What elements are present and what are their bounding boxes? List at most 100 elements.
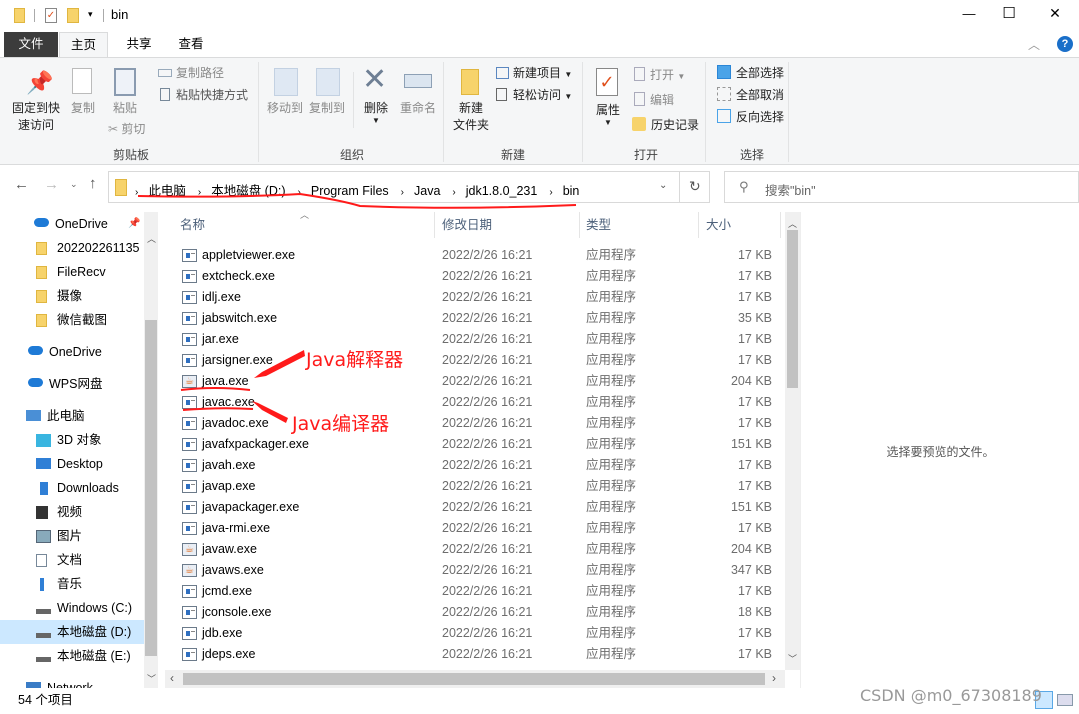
pin-to-quick-access-button[interactable]: 固定到快 速访问 bbox=[8, 100, 64, 134]
file-row[interactable]: jdb.exe 2022/2/26 16:21 应用程序 17 KB bbox=[165, 623, 785, 644]
new-folder-button[interactable]: 新建 文件夹 bbox=[450, 100, 492, 134]
file-row[interactable]: javafxpackager.exe 2022/2/26 16:21 应用程序 151… bbox=[165, 434, 785, 455]
file-row[interactable]: ☕ java.exe 2022/2/26 16:21 应用程序 204 KB bbox=[165, 371, 785, 392]
file-row[interactable]: jcmd.exe 2022/2/26 16:21 应用程序 17 KB bbox=[165, 581, 785, 602]
file-row[interactable]: idlj.exe 2022/2/26 16:21 应用程序 17 KB bbox=[165, 287, 785, 308]
file-row[interactable]: jar.exe 2022/2/26 16:21 应用程序 17 KB bbox=[165, 329, 785, 350]
nav-item[interactable]: Desktop bbox=[0, 452, 144, 476]
new-folder-quick-icon[interactable] bbox=[67, 8, 79, 23]
nav-item[interactable]: WPS网盘 bbox=[0, 372, 144, 396]
properties-button[interactable]: 属性 ▼ bbox=[592, 102, 624, 127]
maximize-button[interactable]: ☐ bbox=[986, 4, 1032, 22]
tab-file[interactable]: 文件 bbox=[4, 32, 58, 57]
nav-item[interactable]: 本地磁盘 (D:) bbox=[0, 620, 144, 644]
properties-quick-icon[interactable]: ✓ bbox=[45, 8, 57, 23]
nav-item[interactable]: OneDrive bbox=[0, 340, 144, 364]
search-input[interactable]: ⚲ 搜索"bin" bbox=[724, 171, 1079, 203]
nav-item[interactable]: Downloads bbox=[0, 476, 144, 500]
paste-button[interactable]: 粘贴 bbox=[108, 100, 142, 117]
file-row[interactable]: ☕ javaws.exe 2022/2/26 16:21 应用程序 347 KB bbox=[165, 560, 785, 581]
file-row[interactable]: javac.exe 2022/2/26 16:21 应用程序 17 KB bbox=[165, 392, 785, 413]
tab-home[interactable]: 主页 bbox=[59, 32, 108, 58]
list-horizontal-scrollbar[interactable]: ‹ › bbox=[165, 670, 785, 688]
recent-locations-button[interactable]: ⌄ bbox=[70, 179, 78, 190]
file-row[interactable]: java-rmi.exe 2022/2/26 16:21 应用程序 17 KB bbox=[165, 518, 785, 539]
breadcrumb-separator-icon[interactable]: › bbox=[298, 187, 301, 198]
file-row[interactable]: appletviewer.exe 2022/2/26 16:21 应用程序 17 KB bbox=[165, 245, 785, 266]
refresh-button[interactable]: ↻ bbox=[689, 178, 701, 195]
column-header-size[interactable]: 大小 bbox=[701, 212, 781, 238]
nav-item[interactable]: Windows (C:) bbox=[0, 596, 144, 620]
nav-scrollbar-thumb[interactable] bbox=[145, 320, 157, 656]
select-all-button[interactable]: 全部选择 bbox=[717, 65, 784, 82]
file-row[interactable]: extcheck.exe 2022/2/26 16:21 应用程序 17 KB bbox=[165, 266, 785, 287]
nav-item[interactable]: 202202261135 bbox=[0, 236, 144, 260]
breadcrumb-item[interactable]: Program Files bbox=[311, 184, 389, 198]
nav-item[interactable]: 本地磁盘 (E:) bbox=[0, 644, 144, 668]
paste-shortcut-button[interactable]: 粘贴快捷方式 bbox=[158, 87, 248, 104]
copy-path-button[interactable]: 复制路径 bbox=[158, 65, 224, 82]
nav-item[interactable]: 摄像 bbox=[0, 284, 144, 308]
column-header-date[interactable]: 修改日期 bbox=[437, 212, 580, 238]
history-button[interactable]: 历史记录 bbox=[632, 117, 699, 134]
details-view-button[interactable] bbox=[1035, 691, 1053, 709]
open-button[interactable]: 打开 ▼ bbox=[634, 67, 685, 85]
forward-button[interactable]: → bbox=[44, 176, 59, 193]
nav-item[interactable]: 3D 对象 bbox=[0, 428, 144, 452]
breadcrumb-separator-icon[interactable]: › bbox=[549, 187, 552, 198]
file-row[interactable]: jdeps.exe 2022/2/26 16:21 应用程序 17 KB bbox=[165, 644, 785, 665]
nav-item[interactable]: 视频 bbox=[0, 500, 144, 524]
breadcrumb-item[interactable]: 此电脑 bbox=[148, 184, 186, 198]
nav-item[interactable]: 音乐 bbox=[0, 572, 144, 596]
column-header-type[interactable]: 类型 bbox=[581, 212, 699, 238]
nav-item[interactable]: 文档 bbox=[0, 548, 144, 572]
file-row[interactable]: ☕ javaw.exe 2022/2/26 16:21 应用程序 204 KB bbox=[165, 539, 785, 560]
column-header-name[interactable]: 名称 bbox=[180, 212, 435, 238]
up-button[interactable]: ↑ bbox=[89, 175, 97, 192]
cut-button[interactable]: ✂ 剪切 bbox=[108, 121, 154, 138]
pin-icon[interactable]: 📌 bbox=[128, 212, 140, 236]
file-row[interactable]: javap.exe 2022/2/26 16:21 应用程序 17 KB bbox=[165, 476, 785, 497]
file-row[interactable]: javadoc.exe 2022/2/26 16:21 应用程序 17 KB bbox=[165, 413, 785, 434]
breadcrumb-separator-icon[interactable]: › bbox=[401, 187, 404, 198]
nav-item[interactable]: Network bbox=[0, 676, 144, 688]
new-item-button[interactable]: 新建项目 ▼ bbox=[496, 65, 572, 83]
tab-view[interactable]: 查看 bbox=[164, 32, 218, 57]
address-bar[interactable]: › 此电脑 › 本地磁盘 (D:) › Program Files › Java › jdk1.8… bbox=[108, 171, 710, 203]
rename-button[interactable]: 重命名 bbox=[398, 100, 438, 117]
nav-item[interactable]: OneDrive 📌 bbox=[0, 212, 144, 236]
close-button[interactable]: ✕ bbox=[1032, 5, 1078, 22]
customize-quick-access-dropdown[interactable]: ▾ bbox=[88, 9, 93, 20]
breadcrumb-item[interactable]: 本地磁盘 (D:) bbox=[211, 184, 285, 198]
nav-item[interactable]: FileRecv bbox=[0, 260, 144, 284]
file-row[interactable]: jconsole.exe 2022/2/26 16:21 应用程序 18 KB bbox=[165, 602, 785, 623]
copy-to-button[interactable]: 复制到 bbox=[306, 100, 348, 117]
nav-scrollbar[interactable]: ︿ ﹀ bbox=[144, 212, 158, 688]
back-button[interactable]: ← bbox=[14, 176, 29, 193]
edit-button[interactable]: 编辑 bbox=[634, 92, 674, 109]
select-none-button[interactable]: 全部取消 bbox=[717, 87, 784, 104]
file-row[interactable]: javapackager.exe 2022/2/26 16:21 应用程序 151 K… bbox=[165, 497, 785, 518]
nav-item[interactable]: 此电脑 bbox=[0, 404, 144, 428]
help-icon[interactable]: ? bbox=[1057, 36, 1073, 52]
file-row[interactable]: jabswitch.exe 2022/2/26 16:21 应用程序 35 KB bbox=[165, 308, 785, 329]
breadcrumb-separator-icon[interactable]: › bbox=[452, 187, 455, 198]
horizontal-scrollbar-thumb[interactable] bbox=[183, 673, 765, 685]
delete-button[interactable]: 删除 ▼ bbox=[360, 100, 392, 125]
copy-button[interactable]: 复制 bbox=[66, 100, 100, 117]
file-row[interactable]: jarsigner.exe 2022/2/26 16:21 应用程序 17 KB bbox=[165, 350, 785, 371]
tab-share[interactable]: 共享 bbox=[112, 32, 166, 57]
breadcrumb-separator-icon[interactable]: › bbox=[135, 187, 138, 198]
breadcrumb-item[interactable]: bin bbox=[563, 184, 580, 198]
breadcrumb-item[interactable]: jdk1.8.0_231 bbox=[466, 184, 538, 198]
large-icons-view-button[interactable] bbox=[1057, 694, 1073, 706]
breadcrumb-item[interactable]: Java bbox=[414, 184, 440, 198]
easy-access-button[interactable]: 轻松访问 ▼ bbox=[496, 87, 572, 105]
nav-item[interactable]: 图片 bbox=[0, 524, 144, 548]
list-scrollbar-thumb[interactable] bbox=[787, 230, 798, 388]
list-vertical-scrollbar[interactable]: ︿ ﹀ bbox=[785, 212, 800, 670]
address-dropdown-button[interactable]: ⌄ bbox=[659, 180, 667, 191]
invert-selection-button[interactable]: 反向选择 bbox=[717, 109, 784, 126]
breadcrumb-separator-icon[interactable]: › bbox=[198, 187, 201, 198]
move-to-button[interactable]: 移动到 bbox=[264, 100, 306, 117]
